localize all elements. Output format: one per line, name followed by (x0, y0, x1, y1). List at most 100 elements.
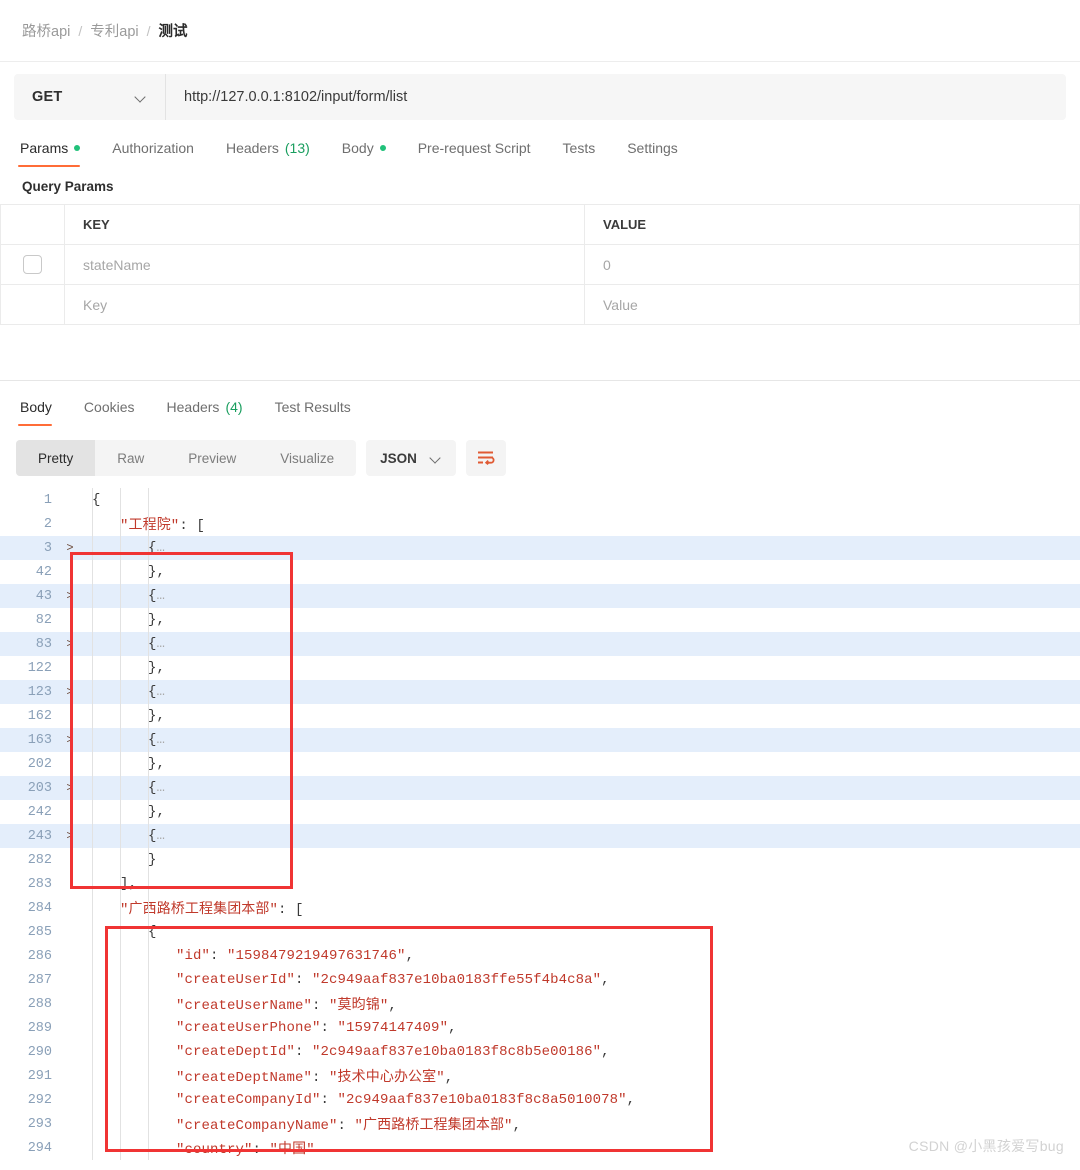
json-token-k: "工程院" (120, 518, 180, 534)
row-value-placeholder[interactable]: Value (584, 284, 1080, 325)
json-token-s: "2c949aaf837e10ba0183f8c8b5e00186" (312, 1044, 602, 1060)
fold-arrow-icon[interactable]: > (62, 829, 78, 843)
fold-arrow-icon[interactable]: > (62, 685, 78, 699)
table-row-empty[interactable]: Key Value (0, 284, 1080, 325)
json-line: 163 > {… (0, 728, 1080, 752)
json-token-brace: [ (295, 902, 304, 918)
json-token-brace: } (148, 852, 157, 868)
json-line-content: } (78, 852, 157, 868)
wrap-lines-button[interactable] (465, 440, 506, 476)
table-row[interactable]: stateName 0 (0, 244, 1080, 285)
header-key: KEY (64, 204, 585, 245)
param-checkbox[interactable] (22, 255, 42, 274)
chevron-down-icon (431, 453, 442, 464)
tab-body[interactable]: Body (326, 136, 402, 167)
view-mode-pretty[interactable]: Pretty (16, 440, 96, 476)
json-line: 292 "createCompanyId": "2c949aaf837e10ba0… (0, 1088, 1080, 1112)
line-number: 283 (27, 876, 52, 892)
view-mode-group: Pretty Raw Preview Visualize (16, 440, 357, 476)
json-token-s: "莫昀锦" (329, 998, 389, 1014)
response-format-dropdown[interactable]: JSON (366, 440, 456, 476)
tab-authorization[interactable]: Authorization (96, 136, 210, 167)
view-mode-visualize[interactable]: Visualize (258, 440, 356, 476)
json-line: 1{ (0, 488, 1080, 512)
json-token-p: : (278, 902, 296, 918)
json-line: 43 > {… (0, 584, 1080, 608)
modified-dot-icon (379, 145, 386, 151)
query-params-label: Query Params (22, 179, 114, 194)
json-token-ell: … (156, 684, 166, 700)
row-checkbox-cell (0, 284, 65, 325)
line-number: 83 (35, 636, 52, 652)
line-number: 291 (27, 1068, 52, 1084)
json-token-ell: … (156, 780, 166, 796)
http-method-dropdown[interactable]: GET (14, 74, 166, 120)
response-tab-headers[interactable]: Headers (4) (151, 395, 259, 426)
postman-request-screen: 路桥api / 专利api / 测试 GET http://127.0.0.1:… (0, 0, 1080, 1170)
json-token-k: "country" (176, 1142, 253, 1158)
response-tab-test-results-label: Test Results (274, 399, 351, 415)
json-line: 122}, (0, 656, 1080, 680)
json-token-p: , (601, 1044, 610, 1060)
tab-params-label: Params (20, 140, 69, 156)
response-tab-headers-count: (4) (225, 399, 243, 415)
response-tab-test-results[interactable]: Test Results (259, 395, 367, 426)
params-spacer (0, 325, 1080, 381)
json-token-k: "createDeptName" (176, 1070, 313, 1086)
tab-settings-label: Settings (627, 140, 678, 156)
query-params-table: KEY VALUE stateName 0 Key Value (0, 204, 1080, 325)
tab-params[interactable]: Params (14, 136, 96, 167)
json-token-k: "createCompanyName" (176, 1118, 338, 1134)
json-token-s: "中国" (269, 1142, 315, 1158)
response-tab-body[interactable]: Body (14, 395, 68, 426)
line-number: 290 (27, 1044, 52, 1060)
url-input[interactable]: http://127.0.0.1:8102/input/form/list (166, 74, 1066, 120)
tab-pre-request-script-label: Pre-request Script (417, 140, 531, 156)
line-number: 284 (27, 900, 52, 916)
json-token-p: : (320, 1020, 338, 1036)
json-line: 123 > {… (0, 680, 1080, 704)
row-value[interactable]: 0 (584, 244, 1080, 285)
json-line: 2 "工程院": [ (0, 512, 1080, 536)
breadcrumb-separator: / (78, 22, 83, 39)
response-tab-cookies[interactable]: Cookies (68, 395, 151, 426)
fold-arrow-icon[interactable]: > (62, 541, 78, 555)
response-body-json-viewer[interactable]: 1{2 "工程院": [3 > {… 42}, 43 > {… 82}, 83 > {… 122}, 12… (0, 488, 1080, 1160)
json-token-brace: { (148, 684, 157, 700)
breadcrumb-item-1[interactable]: 专利api (90, 20, 138, 41)
fold-arrow-icon[interactable]: > (62, 637, 78, 651)
breadcrumb-item-current[interactable]: 测试 (159, 20, 188, 41)
tab-tests[interactable]: Tests (547, 136, 612, 167)
json-line-content: "工程院": [ (78, 514, 205, 534)
json-line-content: ], (78, 876, 137, 892)
view-mode-preview[interactable]: Preview (166, 440, 258, 476)
json-token-p: , (444, 1070, 454, 1086)
fold-arrow-icon[interactable]: > (62, 781, 78, 795)
line-number: 43 (35, 588, 52, 604)
json-token-p: : (210, 948, 228, 964)
fold-arrow-icon[interactable]: > (62, 589, 78, 603)
tab-settings[interactable]: Settings (611, 136, 694, 167)
tab-pre-request-script[interactable]: Pre-request Script (402, 136, 547, 167)
line-number: 3 (43, 540, 52, 556)
json-line-content: "createDeptName": "技术中心办公室", (78, 1066, 453, 1086)
json-token-ell: … (156, 540, 166, 556)
breadcrumb-item-0[interactable]: 路桥api (22, 20, 70, 41)
fold-arrow-icon[interactable]: > (62, 733, 78, 747)
json-token-s: "1598479219497631746" (227, 948, 406, 964)
row-key-placeholder[interactable]: Key (64, 284, 585, 325)
response-tab-headers-label: Headers (166, 399, 220, 415)
json-line: 290 "createDeptId": "2c949aaf837e10ba0183… (0, 1040, 1080, 1064)
response-tab-cookies-label: Cookies (83, 399, 135, 415)
json-line: 291 "createDeptName": "技术中心办公室", (0, 1064, 1080, 1088)
json-line: 283], (0, 872, 1080, 896)
json-line: 288 "createUserName": "莫昀锦", (0, 992, 1080, 1016)
row-key[interactable]: stateName (64, 244, 585, 285)
json-line: 162}, (0, 704, 1080, 728)
json-line-content: "createUserName": "莫昀锦", (78, 994, 397, 1014)
view-mode-raw[interactable]: Raw (95, 440, 166, 476)
json-line-content: "id": "1598479219497631746", (78, 948, 414, 964)
line-number: 285 (27, 924, 52, 940)
tab-headers[interactable]: Headers (13) (210, 136, 326, 167)
json-token-p: : (337, 1118, 355, 1134)
